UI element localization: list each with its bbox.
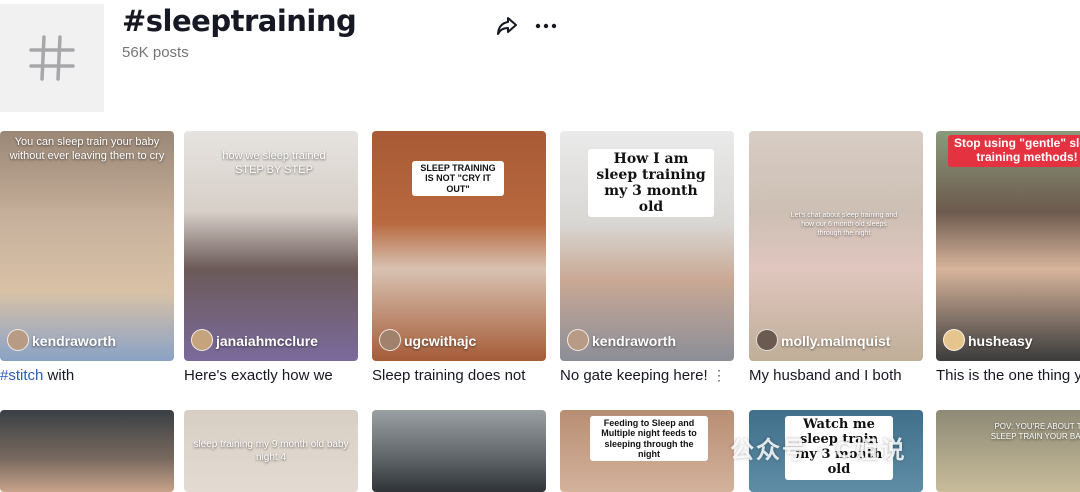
video-thumbnail[interactable]: POV: YOU'RE ABOUT TO SLEEP TRAIN YOUR BA… — [936, 410, 1080, 492]
video-caption: how we sleep trained STEP BY STEP — [222, 150, 326, 177]
avatar — [567, 329, 589, 351]
video-card[interactable]: How I am sleep training my 3 month old k… — [560, 131, 734, 387]
video-caption: SLEEP TRAINING IS NOT "CRY IT OUT" — [412, 161, 504, 197]
username[interactable]: husheasy — [968, 333, 1033, 349]
share-button[interactable] — [495, 14, 519, 38]
video-thumbnail[interactable] — [0, 410, 174, 492]
hashtag-avatar — [0, 4, 104, 112]
video-thumbnail[interactable] — [372, 410, 546, 492]
avatar — [756, 329, 778, 351]
video-caption: sleep training my 9 month old baby night… — [193, 439, 349, 463]
video-thumbnail[interactable]: how we sleep trained STEP BY STEP janaia… — [184, 131, 358, 361]
video-description[interactable]: Here's exactly how we — [184, 367, 358, 387]
page-title: #sleeptraining — [122, 4, 357, 38]
video-card[interactable]: how we sleep trained STEP BY STEP janaia… — [184, 131, 358, 387]
more-options-button[interactable] — [534, 14, 558, 38]
username[interactable]: kendraworth — [592, 333, 676, 349]
video-thumbnail[interactable]: You can sleep train your baby without ev… — [0, 131, 174, 361]
username[interactable]: ugcwithajc — [404, 333, 476, 349]
video-thumbnail[interactable]: SLEEP TRAINING IS NOT "CRY IT OUT" ugcwi… — [372, 131, 546, 361]
avatar — [943, 329, 965, 351]
hashtag-icon — [29, 35, 75, 81]
video-caption: POV: YOU'RE ABOUT TO SLEEP TRAIN YOUR BA… — [990, 422, 1080, 442]
video-thumbnail[interactable]: Feeding to Sleep and Multiple night feed… — [560, 410, 734, 492]
username[interactable]: molly.malmquist — [781, 333, 890, 349]
avatar — [191, 329, 213, 351]
video-description[interactable]: My husband and I both — [749, 367, 923, 387]
video-description[interactable]: This is the one thing y — [936, 367, 1080, 387]
video-caption: Stop using "gentle" sleep training metho… — [948, 135, 1080, 167]
more-icon[interactable]: ⋮ — [712, 367, 726, 384]
username[interactable]: kendraworth — [32, 333, 116, 349]
username[interactable]: janaiahmcclure — [216, 333, 318, 349]
video-caption: How I am sleep training my 3 month old — [588, 149, 714, 218]
video-card[interactable]: Let's chat about sleep training and how … — [749, 131, 923, 387]
video-caption: Feeding to Sleep and Multiple night feed… — [590, 416, 708, 462]
video-description[interactable]: #stitch with — [0, 367, 174, 387]
watermark: 公众号 · C姐说 — [730, 437, 907, 464]
video-description[interactable]: Sleep training does not — [372, 367, 546, 387]
avatar — [379, 329, 401, 351]
video-card[interactable]: You can sleep train your baby without ev… — [0, 131, 174, 387]
video-thumbnail[interactable]: sleep training my 9 month old baby night… — [184, 410, 358, 492]
video-thumbnail[interactable]: Let's chat about sleep training and how … — [749, 131, 923, 361]
video-card[interactable]: SLEEP TRAINING IS NOT "CRY IT OUT" ugcwi… — [372, 131, 546, 387]
video-caption: Let's chat about sleep training and how … — [790, 212, 898, 238]
more-horizontal-icon — [535, 23, 557, 29]
video-description[interactable]: No gate keeping here! — [560, 367, 734, 387]
avatar — [7, 329, 29, 351]
video-card[interactable]: Stop using "gentle" sleep training metho… — [936, 131, 1080, 387]
post-count: 56K posts — [122, 44, 189, 61]
hashtag-link[interactable]: #stitch — [0, 367, 43, 384]
video-thumbnail[interactable]: How I am sleep training my 3 month old k… — [560, 131, 734, 361]
video-caption: You can sleep train your baby without ev… — [9, 136, 165, 163]
video-thumbnail[interactable]: Stop using "gentle" sleep training metho… — [936, 131, 1080, 361]
share-arrow-icon — [497, 17, 517, 35]
